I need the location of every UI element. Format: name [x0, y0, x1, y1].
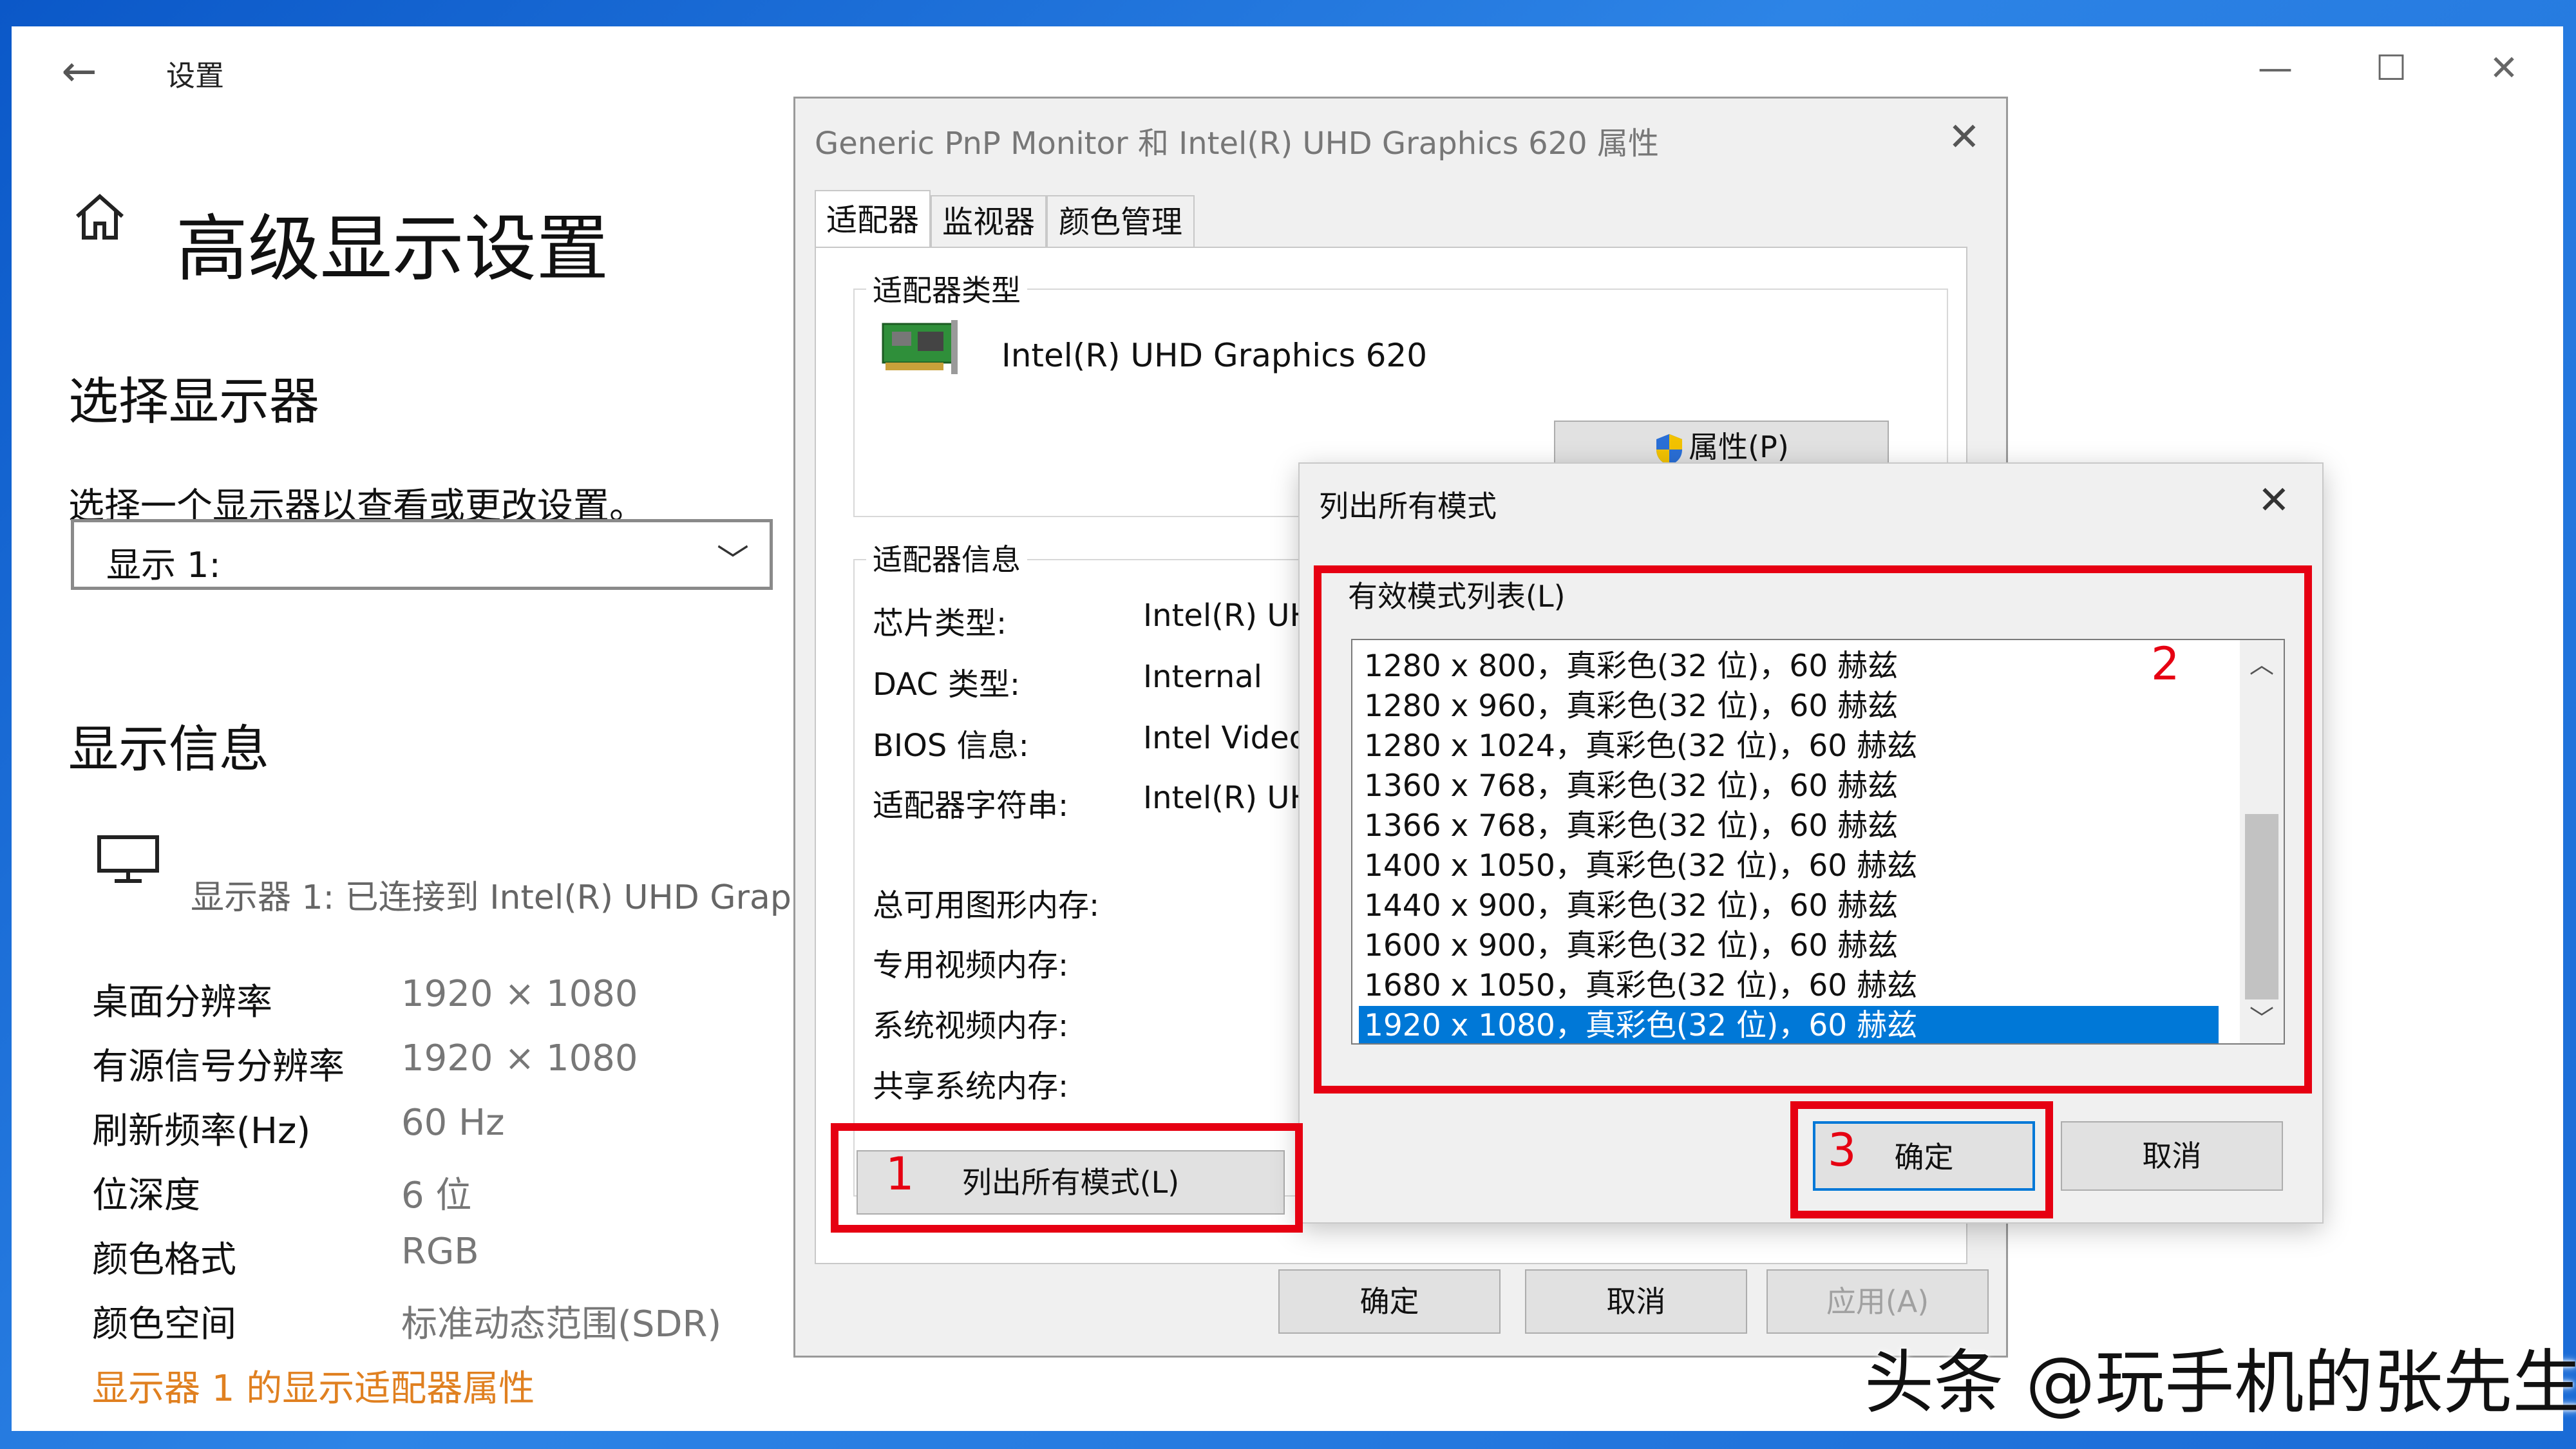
close-icon[interactable]: ✕: [2465, 39, 2543, 97]
apply-button[interactable]: 应用(A): [1766, 1269, 1989, 1334]
display-dropdown-value: 显示 1:: [106, 545, 221, 585]
modes-cancel-button[interactable]: 取消: [2061, 1121, 2283, 1191]
info-label: 桌面分辨率: [92, 981, 272, 1023]
total-graphics-memory-label: 总可用图形内存:: [873, 887, 1100, 923]
display-info-heading: 显示信息: [68, 721, 270, 779]
back-arrow-icon[interactable]: ←: [53, 46, 105, 97]
chip-type-value: Intel(R) UHD Graphics Family: [1143, 598, 1301, 634]
info-value: 60 Hz: [401, 1102, 505, 1144]
maximize-icon[interactable]: ☐: [2353, 39, 2430, 97]
display-dropdown[interactable]: 显示 1: ﹀: [71, 519, 773, 590]
close-icon[interactable]: ✕: [1948, 115, 1980, 160]
adapter-string-value: Intel(R) UHD Graphics 620: [1143, 780, 1301, 816]
info-label: 有源信号分辨率: [92, 1046, 345, 1088]
uac-shield-icon: [1656, 433, 1683, 465]
monitor-icon: [95, 835, 166, 886]
minimize-icon[interactable]: —: [2237, 39, 2314, 97]
cancel-button[interactable]: 取消: [1525, 1269, 1747, 1334]
step-number-2: 2: [2151, 638, 2180, 690]
dedicated-video-memory-label: 专用视频内存:: [873, 947, 1069, 983]
adapter-properties-link[interactable]: 显示器 1 的显示适配器属性: [92, 1359, 535, 1412]
select-display-heading: 选择显示器: [68, 373, 320, 431]
dac-type-label: DAC 类型:: [873, 667, 1021, 703]
info-value: 标准动态范围(SDR): [401, 1303, 722, 1345]
properties-button-label: 属性(P): [1689, 430, 1789, 464]
chip-type-label: 芯片类型:: [873, 605, 1007, 641]
step-number-3: 3: [1828, 1124, 1857, 1177]
info-value: 6 位: [401, 1175, 472, 1217]
info-label: 刷新频率(Hz): [92, 1110, 311, 1152]
info-value: 1920 × 1080: [401, 1037, 638, 1079]
info-label: 位深度: [92, 1175, 200, 1217]
dac-type-value: Internal: [1143, 659, 1262, 695]
window-title: 设置: [166, 59, 225, 93]
info-value: 1920 × 1080: [401, 973, 638, 1015]
bios-info-label: BIOS 信息:: [873, 728, 1029, 764]
home-icon[interactable]: [71, 187, 129, 245]
close-icon[interactable]: ✕: [2258, 478, 2290, 523]
adapter-string-label: 适配器字符串:: [873, 788, 1069, 824]
bios-info-value: Intel Video BIOS: [1143, 720, 1301, 756]
page-title: 高级显示设置: [176, 207, 609, 291]
info-label: 颜色空间: [92, 1303, 236, 1345]
info-value: RGB: [401, 1231, 479, 1273]
step-number-1: 1: [886, 1148, 914, 1200]
ok-button[interactable]: 确定: [1278, 1269, 1501, 1334]
system-video-memory-label: 系统视频内存:: [873, 1008, 1069, 1044]
shared-system-memory-label: 共享系统内存:: [873, 1068, 1069, 1104]
info-label: 颜色格式: [92, 1239, 236, 1281]
chevron-down-icon: ﹀: [717, 542, 749, 580]
modes-dialog-title: 列出所有模式: [1319, 489, 1497, 524]
watermark: 头条 @玩手机的张先生: [1864, 1343, 2576, 1423]
